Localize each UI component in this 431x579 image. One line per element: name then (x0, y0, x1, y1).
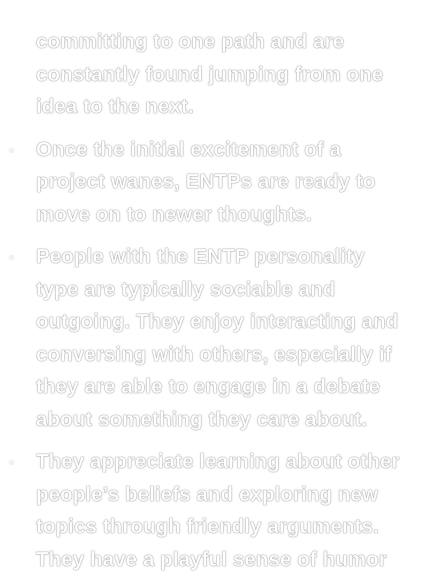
list-item: People with the ENTP personality type ar… (0, 241, 431, 436)
bullet-marker (9, 147, 14, 153)
document-page: committing to one path and are constantl… (0, 12, 431, 579)
bullet-marker (9, 460, 14, 465)
bullet-marker (9, 255, 14, 260)
bullet-list: committing to one path and are constantl… (0, 12, 431, 576)
bullet-text: They appreciate learning about other peo… (36, 450, 400, 571)
bullet-text: People with the ENTP personality type ar… (36, 245, 399, 431)
bullet-text: Once the initial excitement of a project… (36, 137, 376, 226)
list-item: Once the initial excitement of a project… (0, 134, 431, 232)
list-item: committing to one path and are constantl… (0, 12, 431, 124)
bullet-text: committing to one path and are constantl… (36, 30, 384, 118)
list-item: They appreciate learning about other peo… (0, 446, 431, 576)
